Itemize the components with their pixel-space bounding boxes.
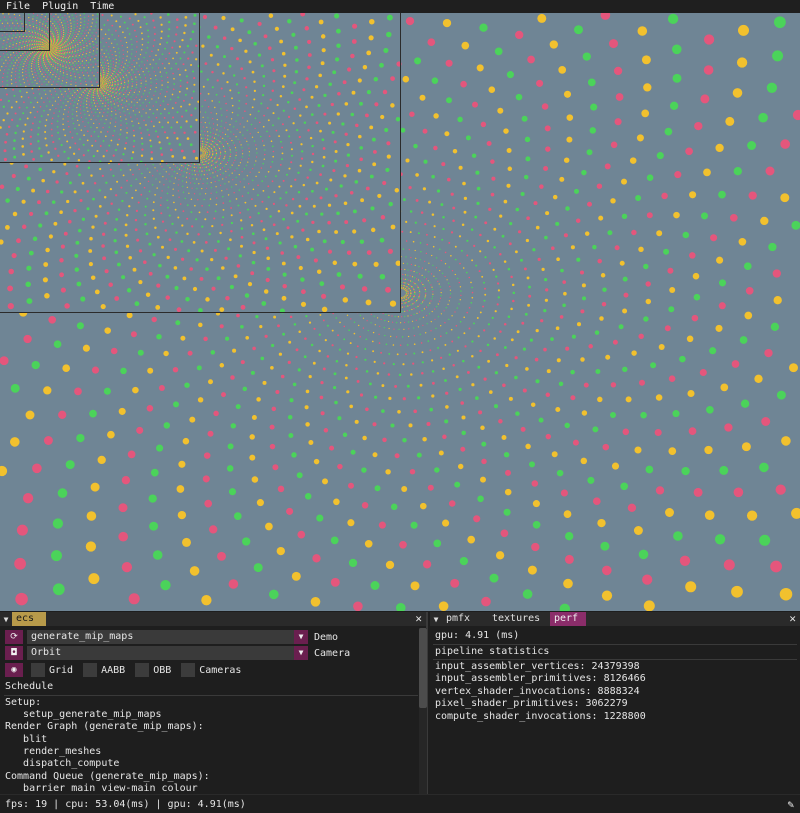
refresh-icon[interactable]: ⟳ (5, 630, 23, 644)
aabb-label: AABB (101, 664, 126, 676)
schedule-line: Render Graph (generate_mip_maps): (5, 721, 204, 732)
camera-icon[interactable]: ◘ (5, 646, 23, 660)
grid-checkbox[interactable] (31, 663, 45, 677)
menu-plugin[interactable]: Plugin (42, 0, 78, 13)
close-icon[interactable]: ✕ (789, 612, 796, 626)
grid-label: Grid (49, 664, 74, 676)
chevron-down-icon[interactable]: ▼ (294, 646, 308, 660)
ecs-scrollbar[interactable] (419, 628, 427, 794)
schedule-line: blit (5, 734, 48, 745)
camera-select-value: Orbit (31, 647, 62, 658)
camera-select[interactable]: Orbit ▼ (27, 646, 308, 660)
demo-row: ⟳ generate_mip_maps ▼ Demo (0, 629, 338, 645)
camera-row: ◘ Orbit ▼ Camera (0, 645, 350, 661)
tab-textures[interactable]: textures (488, 612, 544, 626)
demo-select[interactable]: generate_mip_maps ▼ (27, 630, 308, 644)
tab-perf[interactable]: perf (550, 612, 586, 626)
demo-label: Demo (314, 631, 339, 643)
menu-bar: File Plugin Time (0, 0, 800, 13)
toggle-row: ◉ Grid AABB OBB Cameras (0, 662, 251, 678)
perf-divider (433, 644, 797, 645)
camera-label: Camera (314, 647, 351, 659)
panel-collapse-icon[interactable]: ▼ (430, 612, 442, 626)
scene-viewport[interactable] (0, 13, 800, 611)
eye-icon[interactable]: ◉ (5, 663, 23, 677)
tab-ecs[interactable]: ecs (12, 612, 46, 626)
mip-level-5-frame (0, 13, 25, 32)
ecs-scroll-thumb[interactable] (419, 628, 427, 708)
stat-line: pixel_shader_primitives: 3062279 (435, 698, 628, 709)
perf-tabbar: ▼ pmfx textures perf ✕ (430, 612, 800, 626)
stat-line: input_assembler_vertices: 24379398 (435, 661, 640, 672)
menu-file[interactable]: File (6, 0, 30, 13)
chevron-down-icon[interactable]: ▼ (294, 630, 308, 644)
schedule-line: setup_generate_mip_maps (5, 709, 162, 720)
stat-line: input_assembler_primitives: 8126466 (435, 673, 646, 684)
ecs-tabbar: ▼ ecs ✕ (0, 612, 426, 626)
obb-checkbox[interactable] (135, 663, 150, 677)
tab-pmfx[interactable]: pmfx (442, 612, 482, 626)
aabb-checkbox[interactable] (83, 663, 98, 677)
schedule-line: Command Queue (generate_mip_maps): (5, 771, 210, 782)
obb-label: OBB (153, 664, 172, 676)
cameras-label: Cameras (199, 664, 242, 676)
demo-select-value: generate_mip_maps (31, 631, 134, 642)
pencil-icon[interactable]: ✎ (787, 798, 794, 811)
schedule-heading[interactable]: Schedule (5, 681, 53, 693)
status-text: fps: 19 | cpu: 53.04(ms) | gpu: 4.91(ms) (5, 798, 246, 810)
panel-collapse-icon[interactable]: ▼ (0, 612, 12, 626)
schedule-line: Setup: (5, 697, 42, 708)
schedule-divider (4, 695, 418, 696)
gpu-time: gpu: 4.91 (ms) (435, 630, 520, 641)
stat-line: vertex_shader_invocations: 8888324 (435, 686, 640, 697)
cameras-checkbox[interactable] (181, 663, 196, 677)
menu-time[interactable]: Time (90, 0, 114, 13)
status-bar: fps: 19 | cpu: 53.04(ms) | gpu: 4.91(ms)… (0, 794, 800, 813)
stat-line: compute_shader_invocations: 1228800 (435, 711, 646, 722)
pipeline-stats-heading[interactable]: pipeline statistics (435, 646, 549, 658)
schedule-line: dispatch_compute (5, 758, 120, 769)
close-icon[interactable]: ✕ (415, 612, 422, 626)
perf-divider (433, 659, 797, 660)
schedule-line: render_meshes (5, 746, 102, 757)
